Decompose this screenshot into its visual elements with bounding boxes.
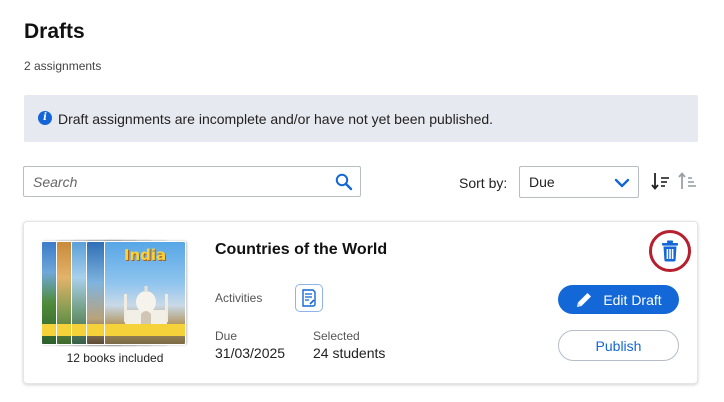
selected-students: 24 students	[313, 345, 386, 361]
sort-select-value: Due	[529, 174, 555, 190]
delete-button[interactable]	[649, 230, 691, 272]
activity-button[interactable]	[295, 284, 323, 312]
sort-label: Sort by:	[459, 175, 508, 191]
search-icon[interactable]	[334, 172, 354, 192]
sort-descending-icon[interactable]	[650, 170, 672, 192]
book-cover-title: India	[123, 246, 167, 264]
activities-label: Activities	[215, 291, 263, 305]
books-included-caption: 12 books included	[66, 351, 164, 365]
edit-draft-label: Edit Draft	[603, 291, 662, 308]
info-banner: i Draft assignments are incomplete and/o…	[24, 95, 698, 142]
pencil-icon	[577, 292, 592, 307]
assignment-title: Countries of the World	[215, 241, 388, 258]
assignment-count: 2 assignments	[24, 59, 102, 73]
page-title: Drafts	[24, 20, 85, 43]
taj-mahal-illustration	[121, 286, 171, 330]
search-box[interactable]	[23, 166, 361, 197]
sort-ascending-icon[interactable]	[677, 170, 699, 192]
trash-icon	[662, 240, 678, 262]
chevron-down-icon	[614, 178, 630, 188]
info-banner-text: Draft assignments are incomplete and/or …	[58, 110, 494, 127]
assignment-card[interactable]: India 12 books included Countries of the…	[23, 221, 698, 384]
search-input[interactable]	[33, 173, 323, 190]
edit-draft-button[interactable]: Edit Draft	[558, 285, 679, 314]
info-icon: i	[38, 110, 52, 125]
book-covers: India	[41, 241, 187, 345]
selected-label: Selected	[313, 329, 360, 343]
book-cover-front: India	[104, 241, 186, 345]
publish-button[interactable]: Publish	[558, 330, 679, 361]
sort-select[interactable]: Due	[519, 166, 639, 198]
activity-document-icon	[302, 289, 316, 307]
publish-label: Publish	[595, 337, 642, 354]
due-label: Due	[215, 329, 238, 343]
due-date: 31/03/2025	[215, 345, 286, 361]
